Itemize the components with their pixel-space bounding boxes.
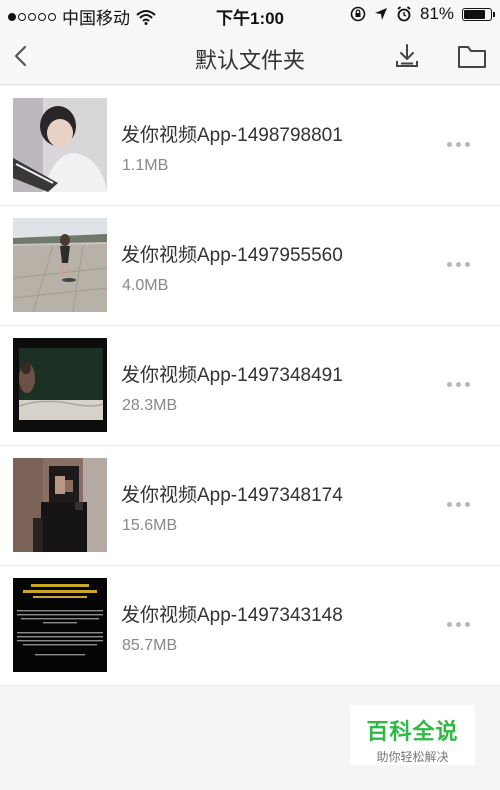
file-name: 发你视频App-1497348174 xyxy=(121,485,343,506)
file-name: 发你视频App-1498798801 xyxy=(121,125,343,146)
more-options-icon[interactable] xyxy=(447,262,470,267)
list-item[interactable]: 发你视频App-1497343148 85.7MB xyxy=(0,566,500,686)
file-size: 15.6MB xyxy=(122,517,178,534)
file-size: 85.7MB xyxy=(122,637,178,654)
video-thumbnail xyxy=(13,458,107,552)
watermark-subtitle: 助你轻松解决 xyxy=(376,750,449,764)
list-item[interactable]: 发你视频App-1497348174 15.6MB xyxy=(0,446,500,566)
more-options-icon[interactable] xyxy=(447,142,470,147)
file-name: 发你视频App-1497348491 xyxy=(121,365,343,386)
page-title: 默认文件夹 xyxy=(194,48,305,73)
battery-icon xyxy=(462,7,495,21)
alarm-icon xyxy=(397,6,411,22)
file-size: 28.3MB xyxy=(122,397,178,414)
watermark-title: 百科全说 xyxy=(366,719,459,744)
video-thumbnail xyxy=(13,98,107,192)
file-name: 发你视频App-1497955560 xyxy=(121,245,343,266)
status-bar: 中国移动 下午1:00 81% xyxy=(0,0,500,28)
more-options-icon[interactable] xyxy=(447,622,470,627)
location-icon xyxy=(374,8,387,20)
folder-icon[interactable] xyxy=(457,42,487,70)
rotation-lock-icon xyxy=(350,6,366,22)
video-thumbnail xyxy=(13,578,107,672)
navigation-bar: 默认文件夹 xyxy=(0,28,500,85)
list-item[interactable]: 发你视频App-1497348491 28.3MB xyxy=(0,326,500,446)
file-size: 4.0MB xyxy=(122,277,169,294)
more-options-icon[interactable] xyxy=(447,502,470,507)
download-icon[interactable] xyxy=(393,42,421,70)
file-list: 发你视频App-1498798801 1.1MB 发你视频App-1497955… xyxy=(0,86,500,686)
video-thumbnail xyxy=(13,338,107,432)
file-name: 发你视频App-1497343148 xyxy=(121,605,343,626)
more-options-icon[interactable] xyxy=(447,382,470,387)
list-item[interactable]: 发你视频App-1497955560 4.0MB xyxy=(0,206,500,326)
watermark-logo: 百科全说 助你轻松解决 xyxy=(350,705,475,765)
battery-percent: 81% xyxy=(419,4,454,23)
list-item[interactable]: 发你视频App-1498798801 1.1MB xyxy=(0,86,500,206)
file-size: 1.1MB xyxy=(122,157,169,174)
video-thumbnail xyxy=(13,218,107,312)
